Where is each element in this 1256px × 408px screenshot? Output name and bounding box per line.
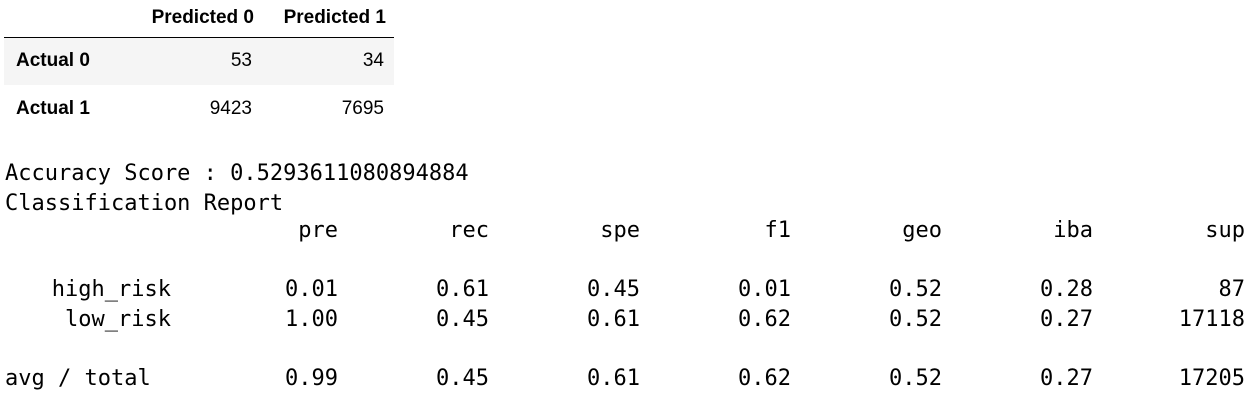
table-cell: 7695 — [341, 98, 384, 119]
report-cell: 0.01 — [285, 277, 338, 303]
report-cell: 0.52 — [889, 366, 942, 392]
report-cell: 0.62 — [738, 307, 791, 333]
report-row-avg-total: avg / total 0.99 0.45 0.61 0.62 0.52 0.2… — [5, 366, 1255, 396]
report-header-f1: f1 — [764, 218, 792, 243]
report-row-high-risk: high_risk 0.01 0.61 0.45 0.01 0.52 0.28 … — [5, 277, 1255, 307]
report-row-low-risk: low_risk 1.00 0.45 0.61 0.62 0.52 0.27 1… — [5, 307, 1255, 337]
report-cell: 0.99 — [285, 366, 338, 392]
report-header-pre: pre — [298, 218, 338, 243]
report-cell: 0.45 — [587, 277, 640, 303]
table-row: Actual 1 9423 7695 — [4, 85, 394, 133]
report-cell: 0.52 — [889, 277, 942, 303]
table-cell: 9423 — [209, 98, 252, 119]
report-header-rec: rec — [449, 218, 489, 243]
table-header-row: Predicted 0 Predicted 1 — [4, 0, 394, 38]
report-total-label: avg / total — [5, 366, 151, 392]
report-cell: 1.00 — [285, 307, 338, 333]
report-blank-row — [5, 248, 1255, 278]
report-header-iba: iba — [1053, 218, 1093, 243]
report-cell: 0.61 — [587, 366, 640, 392]
report-cell: 0.45 — [436, 307, 489, 333]
accuracy-score-line: Accuracy Score : 0.5293611080894884 — [5, 161, 469, 186]
report-cell: 0.27 — [1040, 366, 1093, 392]
report-cell: 0.28 — [1040, 277, 1093, 303]
column-header-predicted-0: Predicted 0 — [112, 0, 258, 38]
report-cell: 87 — [1218, 277, 1246, 303]
stdout-output: Accuracy Score : 0.5293611080894884 Clas… — [5, 159, 469, 218]
table-cell: 34 — [362, 50, 384, 72]
report-header-row: pre rec spe f1 geo iba sup — [5, 218, 1255, 248]
column-header-predicted-1: Predicted 1 — [258, 0, 394, 38]
classification-report-title: Classification Report — [5, 190, 284, 216]
report-cell: 0.61 — [436, 277, 489, 303]
report-cell: 0.27 — [1040, 307, 1093, 333]
table-row: Actual 0 53 34 — [4, 37, 394, 85]
table-corner-cell — [4, 0, 112, 38]
row-header-actual-0: Actual 0 — [16, 50, 90, 72]
classification-report: pre rec spe f1 geo iba sup high_risk 0.0… — [5, 218, 1255, 396]
report-cell: 0.61 — [587, 307, 640, 333]
report-row-label: low_risk — [65, 307, 171, 333]
row-header-actual-1: Actual 1 — [16, 98, 90, 119]
report-cell: 0.01 — [738, 277, 791, 303]
report-cell: 17118 — [1178, 307, 1245, 333]
report-row-label: high_risk — [51, 277, 171, 303]
report-cell: 0.62 — [738, 366, 791, 392]
report-header-spe: spe — [600, 218, 640, 243]
report-cell: 0.45 — [436, 366, 489, 392]
report-blank-row — [5, 337, 1255, 367]
table-cell: 53 — [230, 50, 252, 72]
report-cell: 17205 — [1178, 366, 1245, 392]
report-header-sup: sup — [1205, 218, 1245, 243]
report-header-geo: geo — [902, 218, 942, 243]
report-cell: 0.52 — [889, 307, 942, 333]
confusion-matrix-table: Predicted 0 Predicted 1 Actual 0 53 34 A… — [4, 0, 394, 133]
